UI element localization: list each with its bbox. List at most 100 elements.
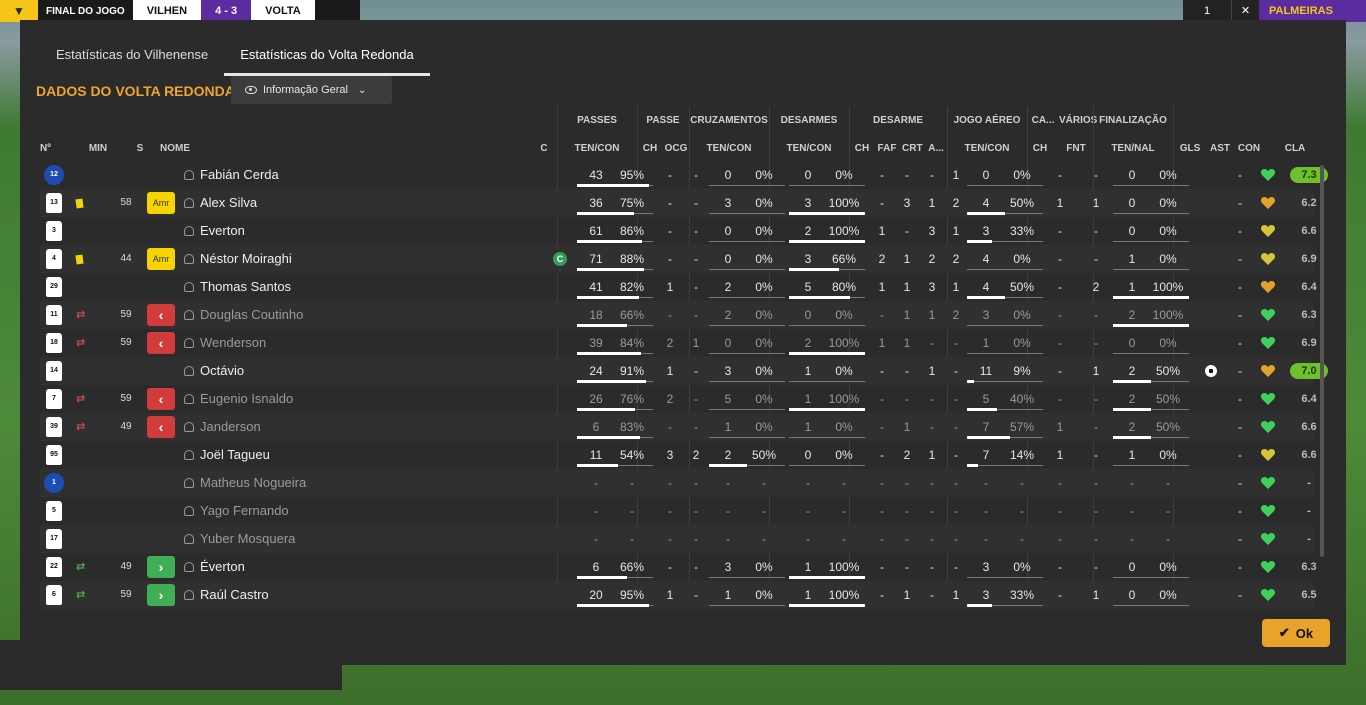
column-header[interactable]: A... bbox=[925, 143, 947, 154]
player-profile-icon[interactable] bbox=[184, 506, 194, 516]
match-status: FINAL DO JOGO bbox=[46, 5, 125, 17]
table-row[interactable]: 4 44 Amr Néstor Moiraghi C 71 88% - -0 0% 3 66% 2 1 2 2… bbox=[40, 245, 1317, 273]
ratio-bar bbox=[789, 240, 865, 243]
column-header[interactable]: TEN/CON bbox=[557, 143, 637, 154]
table-row[interactable]: 6 ⇄ 59 › Raúl Castro 20 95% 1-1 0% 1 100% -1-1 3 33% -… bbox=[40, 581, 1317, 609]
table-row[interactable]: 17 Yuber Mosquera - - - - - - - - - - - - - - - - - - - - bbox=[40, 525, 1314, 553]
player-profile-icon[interactable] bbox=[184, 338, 194, 348]
column-header[interactable]: Nº bbox=[40, 143, 60, 154]
group-header: PASSES bbox=[577, 115, 617, 126]
column-header[interactable]: CH bbox=[1030, 143, 1050, 154]
scrollbar[interactable] bbox=[1320, 165, 1324, 557]
player-name[interactable]: Joël Tagueu bbox=[200, 441, 270, 469]
column-header[interactable]: MIN bbox=[86, 143, 110, 154]
column-header[interactable]: OCG bbox=[664, 143, 688, 154]
close-icon[interactable]: ✕ bbox=[1231, 0, 1259, 22]
player-profile-icon[interactable] bbox=[184, 170, 194, 180]
match-score: 4 - 3 bbox=[201, 0, 252, 22]
player-name[interactable]: Yago Fernando bbox=[200, 497, 289, 525]
player-profile-icon[interactable] bbox=[184, 478, 194, 488]
player-name[interactable]: Yuber Mosquera bbox=[200, 525, 295, 553]
column-header[interactable]: CH bbox=[852, 143, 872, 154]
tab-vilhenense[interactable]: Estatísticas do Vilhenense bbox=[40, 38, 224, 76]
column-header[interactable]: TEN/CON bbox=[769, 143, 849, 154]
minute: 58 bbox=[120, 197, 132, 208]
table-row[interactable]: 11 ⇄ 59 ‹ Douglas Coutinho 18 66% - -2 0% 0 0% -1 1 2 3… bbox=[40, 301, 1317, 329]
substitution-icon: ⇄ bbox=[76, 309, 86, 321]
column-header[interactable]: CRT bbox=[902, 143, 923, 154]
column-header[interactable]: CLA bbox=[1275, 143, 1315, 154]
ratio-bar bbox=[577, 296, 639, 299]
column-header[interactable]: TEN/CON bbox=[689, 143, 769, 154]
column-header[interactable]: TEN/CON bbox=[947, 143, 1027, 154]
stat-cell: - bbox=[1166, 476, 1170, 490]
player-name[interactable]: Éverton bbox=[200, 553, 245, 581]
player-profile-icon[interactable] bbox=[184, 282, 194, 292]
table-row[interactable]: 14 Octávio 24 91% 1-3 0% 1 0% - -1-11 9% -1 2 50% -7.0 bbox=[40, 357, 1328, 385]
player-name[interactable]: Néstor Moiraghi bbox=[200, 245, 292, 273]
stat-cell: 1 bbox=[903, 280, 911, 294]
player-name[interactable]: Alex Silva bbox=[200, 189, 257, 217]
stat-cell: - bbox=[905, 532, 909, 546]
column-header[interactable]: FAF bbox=[876, 143, 898, 154]
ratio-bar bbox=[789, 212, 865, 215]
player-profile-icon[interactable] bbox=[184, 366, 194, 376]
column-header[interactable]: NOME bbox=[160, 143, 220, 154]
player-profile-icon[interactable] bbox=[184, 450, 194, 460]
table-row[interactable]: 95 Joël Tagueu 11 54% 3 2 2 50% 0 0% -2 1-7 14% 1-1 0%… bbox=[40, 441, 1317, 469]
table-row[interactable]: 7 ⇄ 59 ‹ Eugenio Isnaldo 26 76% 2-5 0% 1 100% - - - -5… bbox=[40, 385, 1317, 413]
player-name[interactable]: Eugenio Isnaldo bbox=[200, 385, 293, 413]
table-row[interactable]: 12 Fabián Cerda 43 95% - -0 0% 0 0% - - -1 0 0% - -0 0% -… bbox=[40, 161, 1328, 189]
player-name[interactable]: Fabián Cerda bbox=[200, 161, 279, 189]
player-name[interactable]: Douglas Coutinho bbox=[200, 301, 303, 329]
stat-cell: - bbox=[984, 476, 988, 490]
player-name[interactable]: Raúl Castro bbox=[200, 581, 269, 609]
column-header[interactable]: S bbox=[136, 143, 144, 154]
table-row[interactable]: 29 Thomas Santos 41 82% 1-2 0% 5 80% 1 1 3 1 4 50% -2 1… bbox=[40, 273, 1317, 301]
booking-badge: Amr bbox=[147, 192, 175, 214]
column-header[interactable]: AST bbox=[1210, 143, 1230, 154]
column-header[interactable]: TEN/NAL bbox=[1093, 143, 1173, 154]
stats-dialog: Estatísticas do Vilhenense Estatísticas … bbox=[20, 20, 1346, 665]
player-name[interactable]: Octávio bbox=[200, 357, 244, 385]
player-profile-icon[interactable] bbox=[184, 310, 194, 320]
player-profile-icon[interactable] bbox=[184, 226, 194, 236]
stat-cell: 1 bbox=[903, 252, 911, 266]
table-row[interactable]: 3 Everton 61 86% - -0 0% 2 100% 1-3 1 3 33% - -0 0% -6.6 bbox=[40, 217, 1317, 245]
player-profile-icon[interactable] bbox=[184, 562, 194, 572]
player-name[interactable]: Wenderson bbox=[200, 329, 266, 357]
column-header[interactable]: GLS bbox=[1178, 143, 1202, 154]
player-name[interactable]: Everton bbox=[200, 217, 245, 245]
group-header: CRUZAMENTOS bbox=[690, 115, 768, 126]
table-row[interactable]: 18 ⇄ 59 ‹ Wenderson 39 84% 2 1 0 0% 2 100% 1 1- -1 0% - -0… bbox=[40, 329, 1317, 357]
column-header[interactable]: CON bbox=[1235, 143, 1263, 154]
table-row[interactable]: 13 58 Amr Alex Silva 36 75% - -3 0% 3 100% -3 1 2 4 50%… bbox=[40, 189, 1317, 217]
ok-button[interactable]: ✔ Ok bbox=[1262, 619, 1330, 647]
player-name[interactable]: Thomas Santos bbox=[200, 273, 291, 301]
top-right-counter[interactable]: 1 bbox=[1183, 0, 1231, 22]
stat-cell: 1 bbox=[1092, 364, 1100, 378]
heart-icon bbox=[1260, 449, 1276, 461]
away-team: VOLTA bbox=[251, 0, 315, 22]
player-profile-icon[interactable] bbox=[184, 422, 194, 432]
tab-volta-redonda[interactable]: Estatísticas do Volta Redonda bbox=[224, 38, 430, 76]
table-row[interactable]: 39 ⇄ 49 ‹ Janderson 6 83% - -1 0% 1 0% -1- -7 57% 1-2 50… bbox=[40, 413, 1317, 441]
table-row[interactable]: 1 Matheus Nogueira - - - - - - - - - - - - - - - - - - - - bbox=[40, 469, 1314, 497]
player-profile-icon[interactable] bbox=[184, 534, 194, 544]
player-profile-icon[interactable] bbox=[184, 198, 194, 208]
player-profile-icon[interactable] bbox=[184, 254, 194, 264]
stat-cell: - bbox=[905, 392, 909, 406]
player-profile-icon[interactable] bbox=[184, 394, 194, 404]
stat-cell: - bbox=[842, 532, 846, 546]
column-header[interactable]: CH bbox=[640, 143, 660, 154]
player-profile-icon[interactable] bbox=[184, 590, 194, 600]
table-row[interactable]: 22 ⇄ 49 › Éverton 6 66% - -3 0% 1 100% - - - -3 0% - -0 0% -… bbox=[40, 553, 1317, 581]
view-dropdown[interactable]: Informação Geral ⌄ bbox=[231, 76, 392, 104]
column-header[interactable]: FNT bbox=[1061, 143, 1091, 154]
table-row[interactable]: 5 Yago Fernando - - - - - - - - - - - - - - - - - - - - bbox=[40, 497, 1314, 525]
player-name[interactable]: Matheus Nogueira bbox=[200, 469, 306, 497]
player-name[interactable]: Janderson bbox=[200, 413, 261, 441]
substitution-icon: ⇄ bbox=[76, 421, 86, 433]
column-header[interactable]: C bbox=[538, 143, 550, 154]
ratio-track bbox=[709, 185, 785, 186]
